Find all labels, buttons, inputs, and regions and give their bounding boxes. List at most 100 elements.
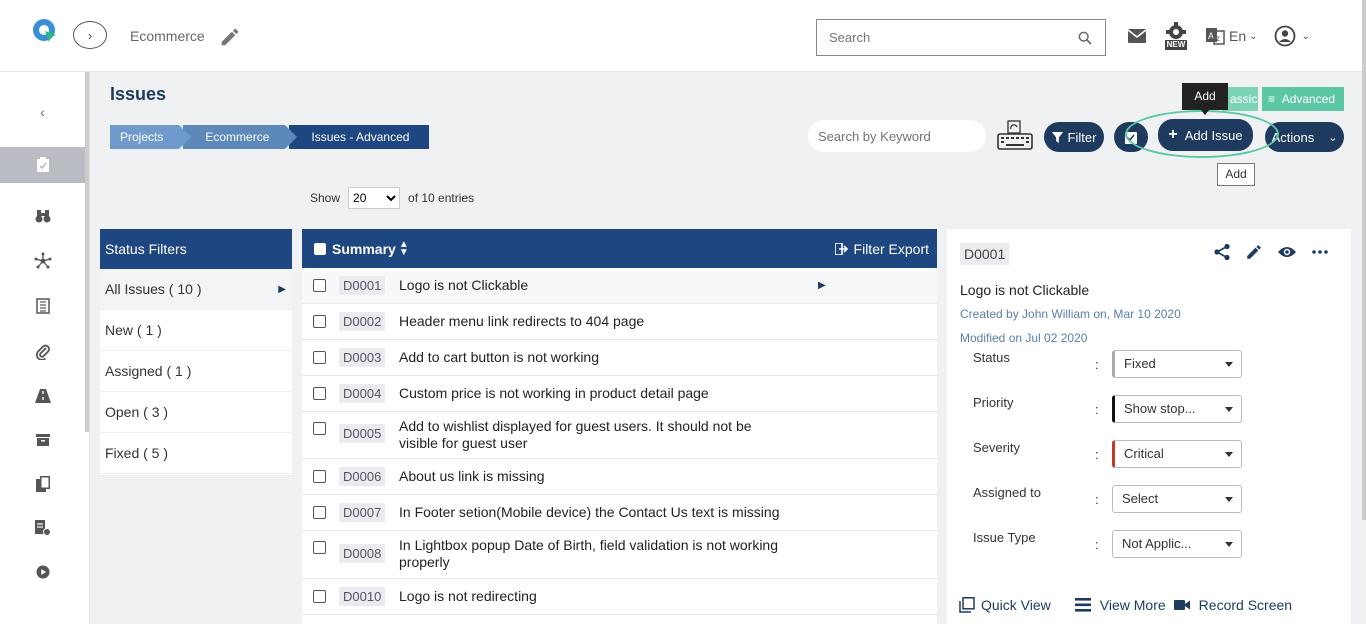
issue-summary[interactable]: Add to wishlist displayed for guest user… — [399, 418, 769, 452]
table-row[interactable]: D0006 About us link is missing — [302, 459, 937, 495]
sidebar-item-copy[interactable] — [0, 466, 85, 502]
table-row[interactable]: D0004 Custom price is not working in pro… — [302, 376, 937, 412]
view-advanced-toggle[interactable]: ≡ Advanced — [1262, 87, 1344, 111]
issue-id[interactable]: D0003 — [339, 348, 386, 367]
issue-summary[interactable]: Logo is not Clickable — [399, 277, 789, 294]
record-screen-button[interactable]: Record Screen — [1173, 597, 1292, 613]
breadcrumb-project[interactable]: Ecommerce — [183, 125, 298, 149]
sidebar-item-network[interactable] — [0, 243, 85, 279]
summary-column-header[interactable]: Summary — [332, 241, 396, 257]
priority-select[interactable]: Show stop... — [1112, 395, 1242, 423]
sidebar-item-archive[interactable] — [0, 422, 85, 458]
app-logo[interactable] — [32, 18, 58, 44]
status-filter-assigned[interactable]: Assigned ( 1 ) — [100, 351, 292, 392]
chevron-down-icon: ⌄ — [1328, 131, 1338, 144]
breadcrumb-projects[interactable]: Projects — [110, 125, 192, 149]
row-checkbox[interactable] — [313, 541, 326, 554]
field-colon: : — [1095, 447, 1099, 462]
search-icon[interactable] — [1077, 30, 1093, 46]
keyboard-shortcuts-icon[interactable] — [996, 120, 1034, 150]
table-row[interactable]: D0007 In Footer setion(Mobile device) th… — [302, 495, 937, 531]
row-checkbox[interactable] — [313, 315, 326, 328]
breadcrumb: Projects Ecommerce Issues - Advanced — [110, 125, 433, 149]
issue-id[interactable]: D0008 — [339, 544, 386, 563]
issue-summary[interactable]: In Footer setion(Mobile device) the Cont… — [399, 504, 789, 521]
row-checkbox[interactable] — [313, 470, 326, 483]
status-filter-all[interactable]: All Issues ( 10 ) ▶ — [100, 269, 292, 310]
search-input[interactable] — [829, 30, 1077, 45]
filter-export-button[interactable]: Filter Export — [834, 241, 929, 257]
row-checkbox[interactable] — [313, 279, 326, 292]
share-icon[interactable] — [1213, 243, 1231, 261]
issue-summary[interactable]: Custom price is not working in product d… — [399, 385, 789, 402]
issue-id[interactable]: D0001 — [339, 276, 386, 295]
issue-summary[interactable]: Logo is not redirecting — [399, 588, 789, 605]
issue-summary[interactable]: In Lightbox popup Date of Birth, field v… — [399, 537, 794, 571]
row-checkbox[interactable] — [313, 422, 326, 435]
status-filter-fixed[interactable]: Fixed ( 5 ) — [100, 433, 292, 474]
sidebar-scrollbar[interactable] — [85, 72, 89, 432]
status-filter-open[interactable]: Open ( 3 ) — [100, 392, 292, 433]
sidebar-item-issues[interactable] — [0, 147, 85, 183]
quick-view-button[interactable]: Quick View — [959, 597, 1051, 613]
sidebar-item-reports[interactable] — [0, 288, 85, 324]
assigned-to-select[interactable]: Select — [1112, 485, 1242, 513]
view-more-button[interactable]: View More — [1074, 597, 1166, 613]
language-label: En — [1229, 28, 1247, 44]
field-colon: : — [1095, 402, 1099, 417]
sidebar-toggle-button[interactable]: › — [73, 21, 107, 49]
page-scrollbar[interactable] — [1362, 0, 1366, 520]
issue-id[interactable]: D0005 — [339, 424, 386, 443]
severity-select[interactable]: Critical — [1112, 440, 1242, 468]
more-options-icon[interactable] — [1311, 243, 1329, 261]
sidebar-item-video[interactable] — [0, 554, 85, 590]
sort-icon[interactable]: ▲ ▼ — [399, 239, 409, 257]
whats-new-icon[interactable]: NEW — [1163, 22, 1189, 50]
issue-summary[interactable]: About us link is missing — [399, 468, 789, 485]
row-checkbox[interactable] — [313, 351, 326, 364]
filter-button[interactable]: Filter — [1044, 122, 1104, 152]
status-select[interactable]: Fixed — [1112, 350, 1242, 378]
table-row[interactable]: D0008 In Lightbox popup Date of Birth, f… — [302, 531, 937, 579]
issue-id[interactable]: D0006 — [339, 467, 386, 486]
global-search — [816, 19, 1106, 56]
edit-icon[interactable] — [1245, 243, 1263, 261]
list-icon — [1074, 598, 1091, 612]
row-checkbox[interactable] — [313, 387, 326, 400]
issue-id[interactable]: D0002 — [339, 312, 386, 331]
row-checkbox[interactable] — [313, 506, 326, 519]
table-row[interactable]: D0002 Header menu link redirects to 404 … — [302, 304, 937, 340]
table-row[interactable]: D0005 Add to wishlist displayed for gues… — [302, 412, 937, 459]
eye-icon[interactable] — [1277, 243, 1297, 261]
language-selector[interactable]: Az En ⌄ — [1205, 26, 1258, 46]
detail-issue-id: D0001 — [960, 243, 1010, 265]
table-row[interactable]: D0001 Logo is not Clickable ▶ — [302, 268, 937, 304]
sidebar-item-road[interactable] — [0, 378, 85, 414]
edit-project-icon[interactable] — [219, 26, 241, 48]
row-checkbox[interactable] — [313, 590, 326, 603]
sidebar-item-settings-list[interactable] — [0, 510, 85, 546]
issue-type-select[interactable]: Not Applic... — [1112, 530, 1242, 558]
sidebar-collapse-button[interactable]: ‹ — [0, 94, 85, 130]
status-filter-new[interactable]: New ( 1 ) — [100, 310, 292, 351]
sidebar-item-binoculars[interactable] — [0, 198, 85, 234]
sidebar-item-attachments[interactable] — [0, 334, 85, 370]
field-colon: : — [1095, 357, 1099, 372]
table-row[interactable]: D0003 Add to cart button is not working — [302, 340, 937, 376]
issue-summary[interactable]: Add to cart button is not working — [399, 349, 789, 366]
highlight-ring — [1125, 110, 1279, 158]
keyword-search — [808, 120, 986, 152]
table-row[interactable]: D0010 Logo is not redirecting — [302, 579, 937, 615]
detail-modified: Modified on Jul 02 2020 — [960, 331, 1088, 345]
page-size-select[interactable]: 20 — [348, 187, 401, 209]
issue-detail-panel: D0001 Logo is not Clickable Created by J… — [947, 229, 1351, 624]
issue-summary[interactable]: Header menu link redirects to 404 page — [399, 313, 789, 330]
issue-id[interactable]: D0004 — [339, 384, 386, 403]
detail-tools — [1213, 243, 1343, 261]
mail-icon[interactable] — [1127, 28, 1147, 44]
keyword-search-input[interactable] — [818, 128, 976, 144]
user-menu[interactable]: ⌄ — [1274, 25, 1310, 47]
issue-id[interactable]: D0007 — [339, 503, 386, 522]
select-all-checkbox[interactable] — [314, 242, 326, 255]
issue-id[interactable]: D0010 — [339, 587, 386, 606]
